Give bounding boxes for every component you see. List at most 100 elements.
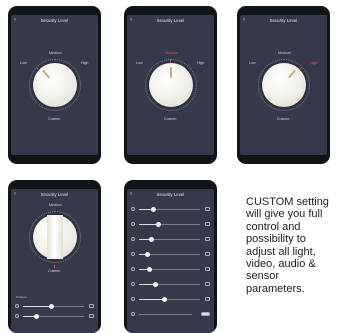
screen-title: Security Level [40,192,69,197]
dial-position-tick [54,265,55,268]
back-arrow-icon[interactable]: ‹ [243,16,245,25]
security-level-dial[interactable] [149,63,193,107]
toggle-icon[interactable] [201,312,210,316]
dial-pointer [170,67,172,78]
slider-thumb[interactable] [156,222,162,227]
temperature-icon [131,297,135,301]
phone-mockup-5: ‹ Security Level [124,180,217,333]
slider-fill [23,306,51,307]
back-arrow-icon[interactable]: ‹ [130,16,132,25]
mode-low-label[interactable]: Low [249,61,256,65]
setting-slider-3[interactable] [131,235,210,242]
setting-slider-8[interactable] [131,310,210,317]
slider-track [139,282,200,287]
back-arrow-icon[interactable]: ‹ [14,16,16,25]
mode-custom-label[interactable]: Custom [48,117,60,121]
security-level-screen: ‹ Security Level Medium Low High Custom [240,15,327,155]
slider-thumb[interactable] [146,267,152,272]
video-max-icon [205,222,210,226]
slider-thumb[interactable] [153,282,159,287]
phone-mockup-4: ‹ Security Level Medium Custom Custom [8,180,101,333]
temperature-max-icon [205,297,210,301]
mode-custom-label[interactable]: Custom [277,117,289,121]
mode-medium-label[interactable]: Medium [49,51,62,55]
slider-thumb[interactable] [151,207,157,212]
mode-low-label[interactable]: Low [136,61,143,65]
slider-track [23,314,84,319]
slider-track [139,252,200,257]
slider-thumb[interactable] [33,314,39,319]
mode-custom-label[interactable]: Custom [48,269,60,273]
slider-track [139,297,200,302]
phone-mockup-3: ‹ Security Level Medium Low High Custom [237,6,330,164]
slider-thumb[interactable] [148,237,154,242]
slider-fill [139,284,155,285]
slider-thumb[interactable] [48,304,54,309]
security-level-screen: ‹ Security Level Medium Low High Custom [127,15,214,155]
setting-slider-6[interactable] [131,280,210,287]
mode-high-label[interactable]: High [81,61,88,65]
slider-thumb[interactable] [162,297,168,302]
back-arrow-icon[interactable]: ‹ [130,190,132,199]
setting-slider-5[interactable] [131,265,210,272]
app-header: ‹ Security Level [240,15,327,26]
screen-title: Security Level [269,18,298,23]
sound-max-icon [205,282,210,286]
video-slider[interactable] [15,312,94,319]
setting-slider-4[interactable] [131,250,210,257]
app-header: ‹ Security Level [11,15,98,26]
slider-track [139,207,200,212]
phone-mockup-2: ‹ Security Level Medium Low High Custom [124,6,217,164]
slider-fill [139,299,164,300]
screen-title: Security Level [156,192,185,197]
security-level-dial[interactable] [33,63,77,107]
section-label: Custom [16,295,27,299]
custom-setting-description: CUSTOM setting will give you full contro… [246,196,329,295]
motion-icon [131,267,135,271]
app-header: ‹ Security Level [127,189,214,200]
mode-high-label[interactable]: High [197,61,204,65]
video-icon [131,222,135,226]
light-icon [15,304,19,308]
back-arrow-icon[interactable]: ‹ [14,190,16,199]
light-slider[interactable] [15,302,94,309]
mode-medium-label[interactable]: Medium [278,51,291,55]
slider-track [139,222,200,227]
setting-slider-7[interactable] [131,295,210,302]
mode-custom-label[interactable]: Custom [164,117,176,121]
custom-settings-screen: ‹ Security Level [127,189,214,333]
audio-icon [131,237,135,241]
mode-medium-label[interactable]: Medium [49,203,62,207]
mode-low-label[interactable]: Low [20,61,27,65]
dial-grip [47,215,63,259]
sensor-icon [131,252,135,256]
setting-slider-2[interactable] [131,220,210,227]
screen-title: Security Level [40,18,69,23]
light-max-icon [205,207,210,211]
slider-track [23,304,84,309]
sound-icon [131,282,135,286]
camera-icon [89,304,94,308]
app-header: ‹ Security Level [11,189,98,200]
screen-title: Security Level [156,18,185,23]
slider-thumb[interactable] [145,252,151,257]
speaker-icon [15,314,19,318]
security-level-dial[interactable] [262,63,306,107]
slider-fill [139,224,158,225]
audio-max-icon [205,237,210,241]
app-header: ‹ Security Level [127,15,214,26]
security-level-dial[interactable] [33,215,77,259]
light-icon [131,207,135,211]
slider-track [139,314,192,315]
slider-track [139,267,200,272]
mode-medium-label[interactable]: Medium [165,51,178,55]
security-level-screen: ‹ Security Level Medium Custom Custom [11,189,98,333]
mode-high-label[interactable]: High [310,61,317,65]
phone-mockup-1: ‹ Security Level Medium Low High Custom [8,6,101,164]
dial-pointer [42,69,50,79]
slider-track [139,237,200,242]
setting-slider-1[interactable] [131,205,210,212]
security-level-screen: ‹ Security Level Medium Low High Custom [11,15,98,155]
dial-pointer [288,69,296,79]
sensor-max-icon [205,252,210,256]
